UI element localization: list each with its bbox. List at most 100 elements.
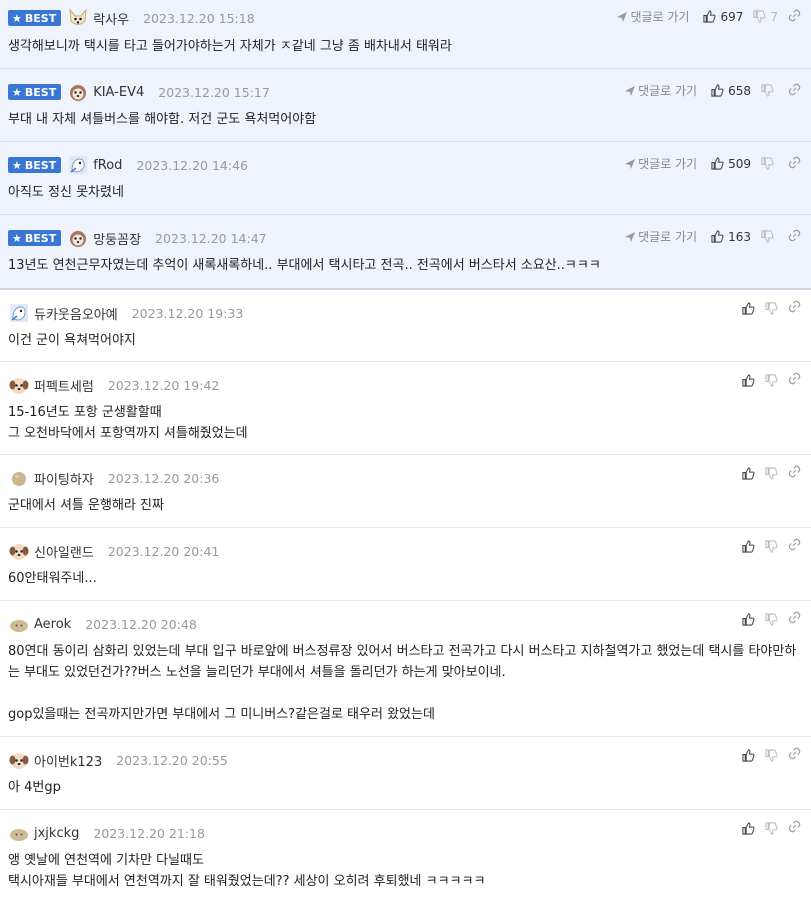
share-button[interactable] — [788, 538, 801, 554]
comment-date: 2023.12.20 19:42 — [107, 377, 220, 393]
comment-text: 아 4번gp — [8, 780, 61, 795]
link-icon — [788, 747, 801, 760]
downvote-button[interactable] — [765, 612, 778, 626]
comment-author[interactable]: 아이번k123 — [34, 751, 102, 770]
puppy-icon — [8, 749, 30, 771]
thumbs-down-icon — [761, 84, 774, 97]
downvote-button[interactable] — [761, 157, 778, 170]
blob-icon — [8, 822, 30, 844]
thumbs-up-icon — [742, 373, 755, 387]
thumbs-down-icon — [761, 157, 774, 170]
star-icon: ★ — [12, 85, 22, 99]
upvote-button[interactable] — [742, 539, 755, 553]
comment-author[interactable]: fRod — [93, 158, 122, 173]
downvote-button[interactable] — [765, 301, 778, 315]
share-button[interactable] — [788, 83, 801, 99]
link-icon — [788, 820, 801, 833]
share-button[interactable] — [788, 747, 801, 763]
comment-author[interactable]: Aerok — [34, 617, 71, 632]
downvote-button[interactable] — [761, 84, 778, 97]
comment-author[interactable]: 퍼펙트세럼 — [34, 376, 94, 395]
best-comment: ★ BEST fRod 2023.12.20 14:46 댓글로 가기 509 아… — [0, 142, 811, 215]
link-icon — [788, 156, 801, 168]
comment-text: 15-16년도 포항 군생활할때 그 오천바닥에서 포항역까지 셔틀해줬었는데 — [8, 405, 248, 441]
upvote-button[interactable] — [742, 821, 755, 835]
send-icon — [617, 11, 628, 22]
thumbs-up-icon — [711, 84, 724, 97]
goto-comment-link[interactable]: 댓글로 가기 — [625, 155, 697, 172]
upvote-button[interactable] — [742, 373, 755, 387]
best-comment: ★ BEST 망둥꼼장 2023.12.20 14:47 댓글로 가기 163 1… — [0, 215, 811, 290]
comment-text: 80연대 동이리 삼화리 있었는데 부대 입구 바로앞에 버스정류장 있어서 버… — [8, 644, 797, 722]
comment: 퍼펙트세럼 2023.12.20 19:42 15-16년도 포항 군생활할때 … — [0, 362, 811, 455]
upvote-button[interactable]: 163 — [711, 230, 751, 244]
thumbs-down-icon — [765, 539, 778, 553]
star-icon: ★ — [12, 11, 22, 25]
share-button[interactable] — [788, 465, 801, 481]
comment-author[interactable]: 락사우 — [93, 9, 129, 28]
best-badge: ★ BEST — [8, 84, 62, 100]
best-badge: ★ BEST — [8, 10, 62, 26]
thumbs-up-icon — [742, 612, 755, 626]
share-button[interactable] — [788, 229, 801, 245]
dog-brown-icon — [67, 227, 89, 249]
share-button[interactable] — [788, 372, 801, 388]
thumbs-down-icon — [761, 230, 774, 243]
best-badge: ★ BEST — [8, 157, 62, 173]
best-comment: ★ BEST KIA-EV4 2023.12.20 15:17 댓글로 가기 65… — [0, 69, 811, 142]
comment-author[interactable]: KIA-EV4 — [93, 85, 144, 100]
upvote-button[interactable] — [742, 748, 755, 762]
upvote-button[interactable]: 509 — [711, 157, 751, 171]
comment-date: 2023.12.20 15:18 — [143, 10, 255, 26]
link-icon — [788, 300, 801, 313]
thumbs-up-icon — [742, 539, 755, 553]
downvote-button[interactable] — [765, 748, 778, 762]
thumbs-down-icon — [765, 612, 778, 626]
upvote-button[interactable] — [742, 466, 755, 480]
share-button[interactable] — [788, 820, 801, 836]
comment-date: 2023.12.20 21:18 — [93, 825, 205, 841]
comment-date: 2023.12.20 15:17 — [158, 84, 270, 100]
upvote-button[interactable] — [742, 612, 755, 626]
comment-author[interactable]: 신아일랜드 — [34, 542, 94, 561]
downvote-button[interactable] — [761, 230, 778, 243]
goto-comment-link[interactable]: 댓글로 가기 — [617, 8, 689, 25]
comment-text: 생각해보니까 택시를 타고 들어가야하는거 자체가 ㅈ같네 그냥 좀 배차내서 … — [8, 39, 452, 54]
comment-text: 60안태워주네... — [8, 571, 97, 586]
best-badge: ★ BEST — [8, 230, 62, 246]
comment-date: 2023.12.20 20:48 — [85, 616, 197, 632]
star-icon: ★ — [12, 158, 22, 172]
thumbs-down-icon — [765, 301, 778, 315]
thumbs-down-icon — [753, 10, 766, 23]
upvote-button[interactable]: 658 — [711, 84, 751, 98]
goto-comment-link[interactable]: 댓글로 가기 — [625, 228, 697, 245]
send-icon — [625, 158, 636, 169]
upvote-button[interactable] — [742, 301, 755, 315]
comment-author[interactable]: 망둥꼼장 — [93, 229, 141, 248]
goto-comment-link[interactable]: 댓글로 가기 — [625, 82, 697, 99]
comment-author[interactable]: jxjkckg — [34, 826, 79, 841]
downvote-button[interactable] — [765, 373, 778, 387]
downvote-button[interactable] — [765, 539, 778, 553]
share-button[interactable] — [788, 156, 801, 172]
downvote-button[interactable]: 7 — [753, 10, 778, 24]
upvote-button[interactable]: 697 — [703, 10, 743, 24]
share-button[interactable] — [788, 300, 801, 316]
link-icon — [788, 372, 801, 385]
share-button[interactable] — [788, 9, 801, 25]
upvote-count: 658 — [728, 83, 751, 98]
comment-author[interactable]: 듀카웃음오아예 — [34, 304, 118, 323]
thumbs-up-icon — [711, 230, 724, 243]
comment-date: 2023.12.20 20:41 — [107, 543, 220, 559]
link-icon — [788, 229, 801, 241]
share-button[interactable] — [788, 611, 801, 627]
downvote-button[interactable] — [765, 466, 778, 480]
comment-text: 앵 옛날에 연천역에 기차만 다닐때도 택시아재들 부대에서 연천역까지 잘 태… — [8, 853, 486, 889]
egg-icon — [8, 467, 30, 489]
comment-author[interactable]: 파이팅하자 — [34, 469, 94, 488]
thumbs-down-icon — [765, 373, 778, 387]
downvote-button[interactable] — [765, 821, 778, 835]
puppy-icon — [8, 540, 30, 562]
blob-icon — [8, 613, 30, 635]
link-icon — [788, 9, 801, 21]
